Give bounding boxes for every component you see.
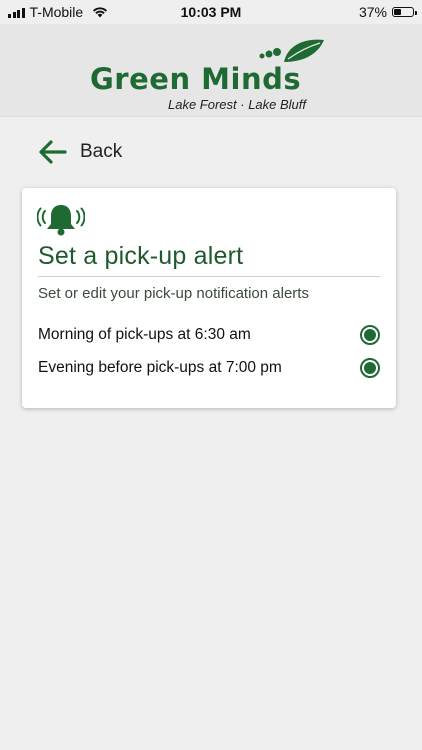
logo-title: Green Minds	[90, 62, 302, 96]
alert-option-evening[interactable]: Evening before pick-ups at 7:00 pm	[38, 354, 380, 382]
radio-button-evening[interactable]	[360, 358, 380, 378]
bell-ringing-icon	[37, 205, 85, 236]
card-title: Set a pick-up alert	[38, 242, 244, 270]
battery-percent: 37%	[358, 4, 387, 20]
green-minds-logo: Green Minds Lake Forest · Lake Bluff	[90, 32, 335, 114]
status-bar: T-Mobile 10:03 PM 37%	[0, 0, 422, 24]
back-button[interactable]: Back	[38, 136, 122, 168]
battery-level	[394, 9, 401, 15]
back-label: Back	[80, 141, 123, 162]
card-divider	[38, 276, 380, 277]
option-label: Morning of pick-ups at 6:30 am	[38, 326, 251, 343]
card-subtitle: Set or edit your pick-up notification al…	[38, 285, 309, 302]
battery-icon	[392, 7, 417, 17]
radio-selected-dot	[364, 329, 376, 341]
option-label: Evening before pick-ups at 7:00 pm	[38, 359, 282, 376]
radio-button-morning[interactable]	[360, 325, 380, 345]
arrow-left-icon	[39, 140, 67, 164]
status-right: 37%	[358, 4, 417, 20]
logo-subtitle: Lake Forest · Lake Bluff	[168, 97, 307, 112]
pickup-alert-card: Set a pick-up alert Set or edit your pic…	[22, 188, 396, 408]
alert-option-morning[interactable]: Morning of pick-ups at 6:30 am	[38, 321, 380, 349]
radio-selected-dot	[364, 362, 376, 374]
app-header: Green Minds Lake Forest · Lake Bluff	[0, 24, 422, 117]
